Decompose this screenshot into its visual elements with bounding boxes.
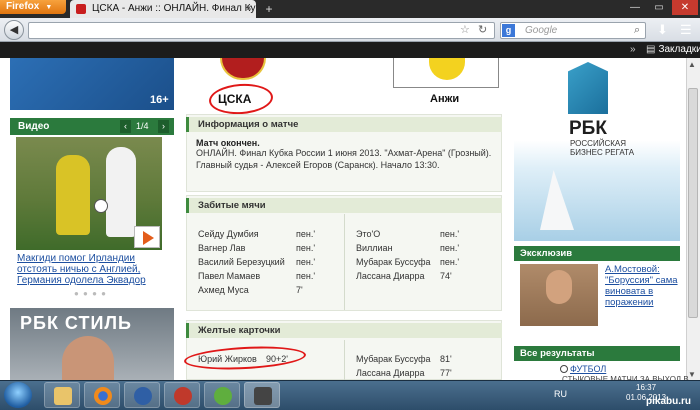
search-icon[interactable]: ⌕: [634, 22, 640, 39]
card-away-time: 77': [440, 368, 452, 378]
results-header[interactable]: Все результаты: [514, 346, 680, 361]
url-bar[interactable]: [28, 22, 495, 39]
firefox-menu-button[interactable]: Firefox ▼: [0, 0, 66, 14]
card-away-time: 81': [440, 354, 452, 364]
video-prev-button[interactable]: ‹: [120, 120, 131, 133]
tab-close-icon[interactable]: ×: [246, 0, 252, 18]
column-divider: [344, 214, 345, 310]
minimize-button[interactable]: —: [624, 0, 646, 15]
folder-icon: [54, 387, 72, 405]
football-icon: [560, 365, 568, 373]
card-away-player: Мубарак Буссуфа: [356, 354, 431, 364]
start-button[interactable]: [4, 382, 32, 408]
play-icon[interactable]: [134, 226, 160, 248]
bookmarks-menu[interactable]: ▤ Закладки: [646, 42, 700, 58]
language-indicator[interactable]: RU: [554, 389, 567, 399]
bookmarks-icon: ▤: [646, 44, 656, 55]
exclusive-header: Эксклюзив: [514, 246, 680, 261]
video-app-taskbar-button[interactable]: [244, 382, 280, 408]
football-link[interactable]: ФУТБОЛ: [570, 364, 606, 374]
video-caption-link[interactable]: Макгиди помог Ирландии отстоять ничью с …: [17, 253, 175, 286]
bookmark-star-icon[interactable]: ☆: [460, 22, 474, 38]
player-figure: [56, 155, 90, 235]
rbk-ad-subtitle: РОССИЙСКАЯ БИЗНЕС РЕГАТА: [570, 139, 635, 157]
scroll-down-icon[interactable]: ▼: [688, 370, 696, 379]
rbk-ad-brand: РБК: [569, 118, 607, 139]
ball-icon: [94, 199, 108, 213]
tab-title: ЦСКА - Анжи :: ОНЛАЙН. Финал Кубка: [92, 3, 256, 14]
goal-away-time: пен.': [440, 243, 460, 253]
bookmarks-label: Закладки: [658, 44, 700, 55]
maximize-button[interactable]: ▭: [648, 0, 670, 15]
explorer-taskbar-button[interactable]: [44, 382, 80, 408]
back-button[interactable]: ◀: [4, 20, 24, 40]
scroll-up-icon[interactable]: ▲: [688, 60, 696, 69]
goal-home-player: Павел Мамаев: [198, 271, 261, 281]
exclusive-photo[interactable]: [520, 264, 598, 326]
firefox-taskbar-button[interactable]: [84, 382, 120, 408]
yellow-cards-header: Желтые карточки: [186, 323, 502, 338]
firefox-icon: [94, 387, 112, 405]
age-badge: 16+: [150, 94, 169, 106]
video-title: Видео: [18, 121, 50, 132]
browser-tab[interactable]: ЦСКА - Анжи :: ОНЛАЙН. Финал Кубка ×: [70, 0, 256, 18]
reload-icon[interactable]: ↻: [478, 22, 492, 38]
rbk-logo-icon: [568, 62, 608, 114]
dropdown-arrow-icon: ▼: [45, 4, 53, 11]
goals-header: Забитые мячи: [186, 198, 502, 213]
firefox-menu-label: Firefox: [6, 1, 40, 12]
goal-away-player: Это'О: [356, 229, 381, 239]
goal-away-player: Виллиан: [356, 243, 393, 253]
tab-favicon-icon: [76, 4, 86, 14]
goal-away-player: Лассана Диарра: [356, 271, 425, 281]
video-next-button[interactable]: ›: [158, 120, 169, 133]
menu-icon[interactable]: ☰: [680, 21, 692, 39]
bookmarks-toolbar: [0, 42, 700, 58]
match-result: Матч окончен.: [196, 138, 260, 148]
search-placeholder: Google: [525, 25, 558, 36]
player-figure: [106, 147, 136, 237]
utorrent-taskbar-button[interactable]: [204, 382, 240, 408]
watermark: pikabu.ru: [646, 396, 692, 407]
card-away-player: Лассана Диарра: [356, 368, 425, 378]
app-taskbar-button[interactable]: [164, 382, 200, 408]
google-icon[interactable]: g: [502, 24, 515, 37]
app-icon: [174, 387, 192, 405]
video-pager: 1/4: [136, 121, 149, 131]
goal-home-time: пен.': [296, 229, 316, 239]
carousel-dots[interactable]: ● ● ● ●: [74, 289, 107, 298]
media-player-taskbar-button[interactable]: [124, 382, 160, 408]
search-input[interactable]: [500, 22, 646, 39]
goal-home-time: пен.': [296, 257, 316, 267]
goal-away-player: Мубарак Буссуфа: [356, 257, 431, 267]
utorrent-icon: [214, 387, 232, 405]
chevron-icon[interactable]: »: [630, 42, 636, 58]
anzhi-logo: [393, 58, 499, 88]
goal-home-player: Сейду Думбия: [198, 229, 259, 239]
clock-time: 16:37: [636, 383, 657, 392]
ad-portrait: [62, 336, 114, 380]
goal-away-time: 74': [440, 271, 452, 281]
column-divider: [344, 340, 345, 380]
new-tab-button[interactable]: +: [260, 2, 278, 16]
goal-home-player: Ахмед Муса: [198, 285, 249, 295]
match-info-text: ОНЛАЙН. Финал Кубка России 1 июня 2013. …: [196, 148, 492, 170]
close-window-button[interactable]: ✕: [672, 0, 698, 15]
scrollbar-thumb[interactable]: [688, 88, 698, 318]
video-app-icon: [254, 387, 272, 405]
media-player-icon: [134, 387, 152, 405]
goal-away-time: пен.': [440, 257, 460, 267]
exclusive-link[interactable]: А.Мостовой: "Боруссия" сама виновата в п…: [605, 264, 685, 308]
away-team-name[interactable]: Анжи: [430, 93, 459, 105]
rbk-style-ad-text: РБК СТИЛЬ: [20, 313, 132, 333]
goal-home-player: Вагнер Лав: [198, 243, 246, 253]
goal-home-time: 7': [296, 285, 303, 295]
goal-away-time: пен.': [440, 229, 460, 239]
match-info-header: Информация о матче: [186, 117, 502, 132]
goal-home-player: Василий Березуцкий: [198, 257, 285, 267]
goal-home-time: пен.': [296, 271, 316, 281]
download-icon[interactable]: ⬇: [657, 21, 668, 39]
goal-home-time: пен.': [296, 243, 316, 253]
